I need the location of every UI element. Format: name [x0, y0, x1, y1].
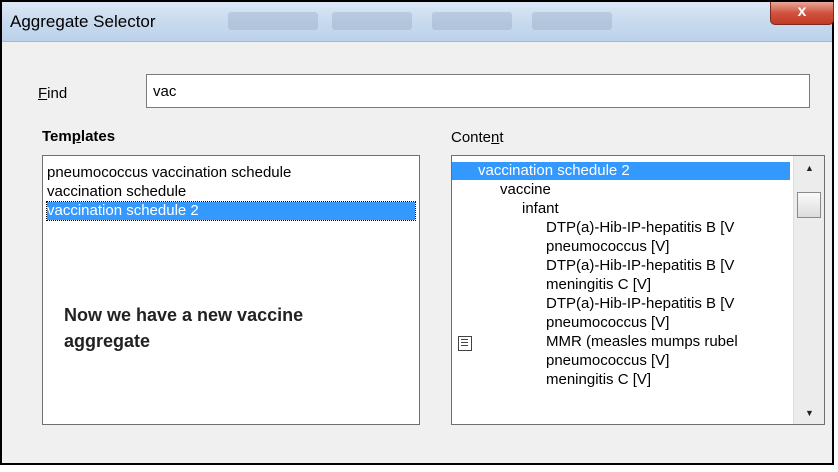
- close-icon: x: [797, 3, 807, 20]
- annotation-text: Now we have a new vaccine aggregate: [64, 302, 404, 354]
- background-taskbar-ghost: [532, 12, 612, 30]
- content-row-selected[interactable]: vaccination schedule 2: [452, 162, 790, 180]
- annotation-line: Now we have a new vaccine: [64, 305, 304, 325]
- vertical-scrollbar[interactable]: ▲ ▼: [793, 156, 824, 424]
- title-bar[interactable]: Aggregate Selector x: [2, 2, 834, 42]
- content-row[interactable]: infant: [522, 200, 559, 218]
- content-row[interactable]: pneumococcus [V]: [546, 314, 669, 332]
- content-row[interactable]: pneumococcus [V]: [546, 238, 669, 256]
- templates-list[interactable]: pneumococcus vaccination schedule vaccin…: [42, 155, 420, 425]
- dialog-footer: [2, 430, 832, 463]
- scroll-thumb[interactable]: [797, 192, 821, 218]
- annotation-line: aggregate: [64, 331, 151, 351]
- background-taskbar-ghost: [332, 12, 412, 30]
- content-row[interactable]: DTP(a)-Hib-IP-hepatitis B [V: [546, 295, 734, 313]
- content-tree[interactable]: vaccination schedule 2 vaccine infant DT…: [451, 155, 825, 425]
- find-input[interactable]: [146, 74, 810, 108]
- templates-label: Templates: [42, 128, 116, 145]
- content-row[interactable]: MMR (measles mumps rubel: [546, 333, 738, 351]
- find-label: Find: [38, 85, 68, 102]
- template-item[interactable]: pneumococcus vaccination schedule: [47, 164, 291, 182]
- content-label: Content: [451, 129, 504, 146]
- scroll-down-icon[interactable]: ▼: [794, 404, 824, 424]
- background-taskbar-ghost: [228, 12, 318, 30]
- background-taskbar-ghost: [432, 12, 512, 30]
- template-item[interactable]: vaccination schedule: [47, 183, 186, 201]
- content-row[interactable]: DTP(a)-Hib-IP-hepatitis B [V: [546, 257, 734, 275]
- content-row[interactable]: meningitis C [V]: [546, 276, 651, 294]
- template-item-selected[interactable]: vaccination schedule 2: [46, 201, 416, 221]
- note-icon: [458, 336, 472, 351]
- close-button[interactable]: x: [770, 2, 834, 25]
- content-row[interactable]: pneumococcus [V]: [546, 352, 669, 370]
- content-row[interactable]: DTP(a)-Hib-IP-hepatitis B [V: [546, 219, 734, 237]
- window-title: Aggregate Selector: [10, 12, 156, 31]
- content-row[interactable]: meningitis C [V]: [546, 371, 651, 389]
- content-row[interactable]: vaccine: [500, 181, 551, 199]
- scroll-up-icon[interactable]: ▲: [794, 156, 824, 176]
